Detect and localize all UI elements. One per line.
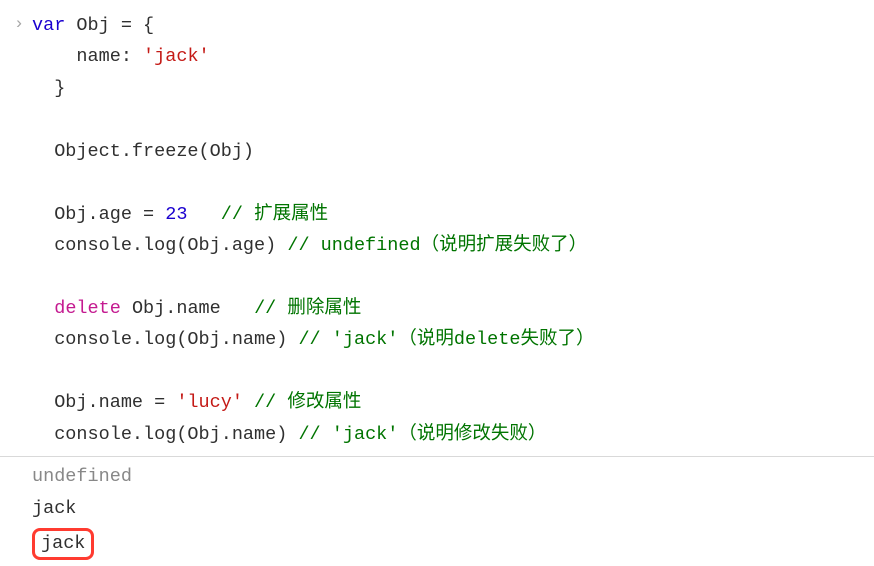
code-comment: // undefined（说明扩展失败了） <box>287 235 587 256</box>
code-text: console.log(Obj.age) <box>32 235 287 256</box>
console-return-value: undefined <box>32 461 874 493</box>
code-text: } <box>32 78 65 99</box>
devtools-console: › var Obj = { name: 'jack' } Object.free… <box>0 0 874 566</box>
console-result-block: undefined jack jack <box>0 461 874 560</box>
code-text: Object.freeze(Obj) <box>32 141 254 162</box>
console-input-row: › var Obj = { name: 'jack' } Object.free… <box>0 10 874 450</box>
code-text: Obj.name = <box>32 392 176 413</box>
console-output-line: jack <box>32 493 874 525</box>
code-comment: // 扩展属性 <box>187 204 328 225</box>
number-literal: 23 <box>165 204 187 225</box>
undefined-value: undefined <box>32 466 132 487</box>
code-comment: // 修改属性 <box>243 392 361 413</box>
code-text: Obj.name <box>121 298 254 319</box>
console-divider <box>0 456 874 457</box>
code-text: console.log(Obj.name) <box>32 424 298 445</box>
code-text: console.log(Obj.name) <box>32 329 298 350</box>
highlight-box: jack <box>32 528 94 560</box>
code-text: Obj = { <box>65 15 154 36</box>
console-output-highlighted: jack <box>32 524 874 560</box>
code-text: name: <box>32 46 143 67</box>
code-comment: // 'jack'（说明delete失败了） <box>298 329 594 350</box>
string-literal: 'lucy' <box>176 392 243 413</box>
keyword-delete: delete <box>54 298 121 319</box>
keyword-var: var <box>32 15 65 36</box>
code-text: Obj.age = <box>32 204 165 225</box>
console-input-code[interactable]: var Obj = { name: 'jack' } Object.freeze… <box>32 10 874 450</box>
prompt-icon: › <box>6 10 32 40</box>
code-comment: // 删除属性 <box>254 298 361 319</box>
code-comment: // 'jack'（说明修改失败） <box>298 424 546 445</box>
string-literal: 'jack' <box>143 46 210 67</box>
